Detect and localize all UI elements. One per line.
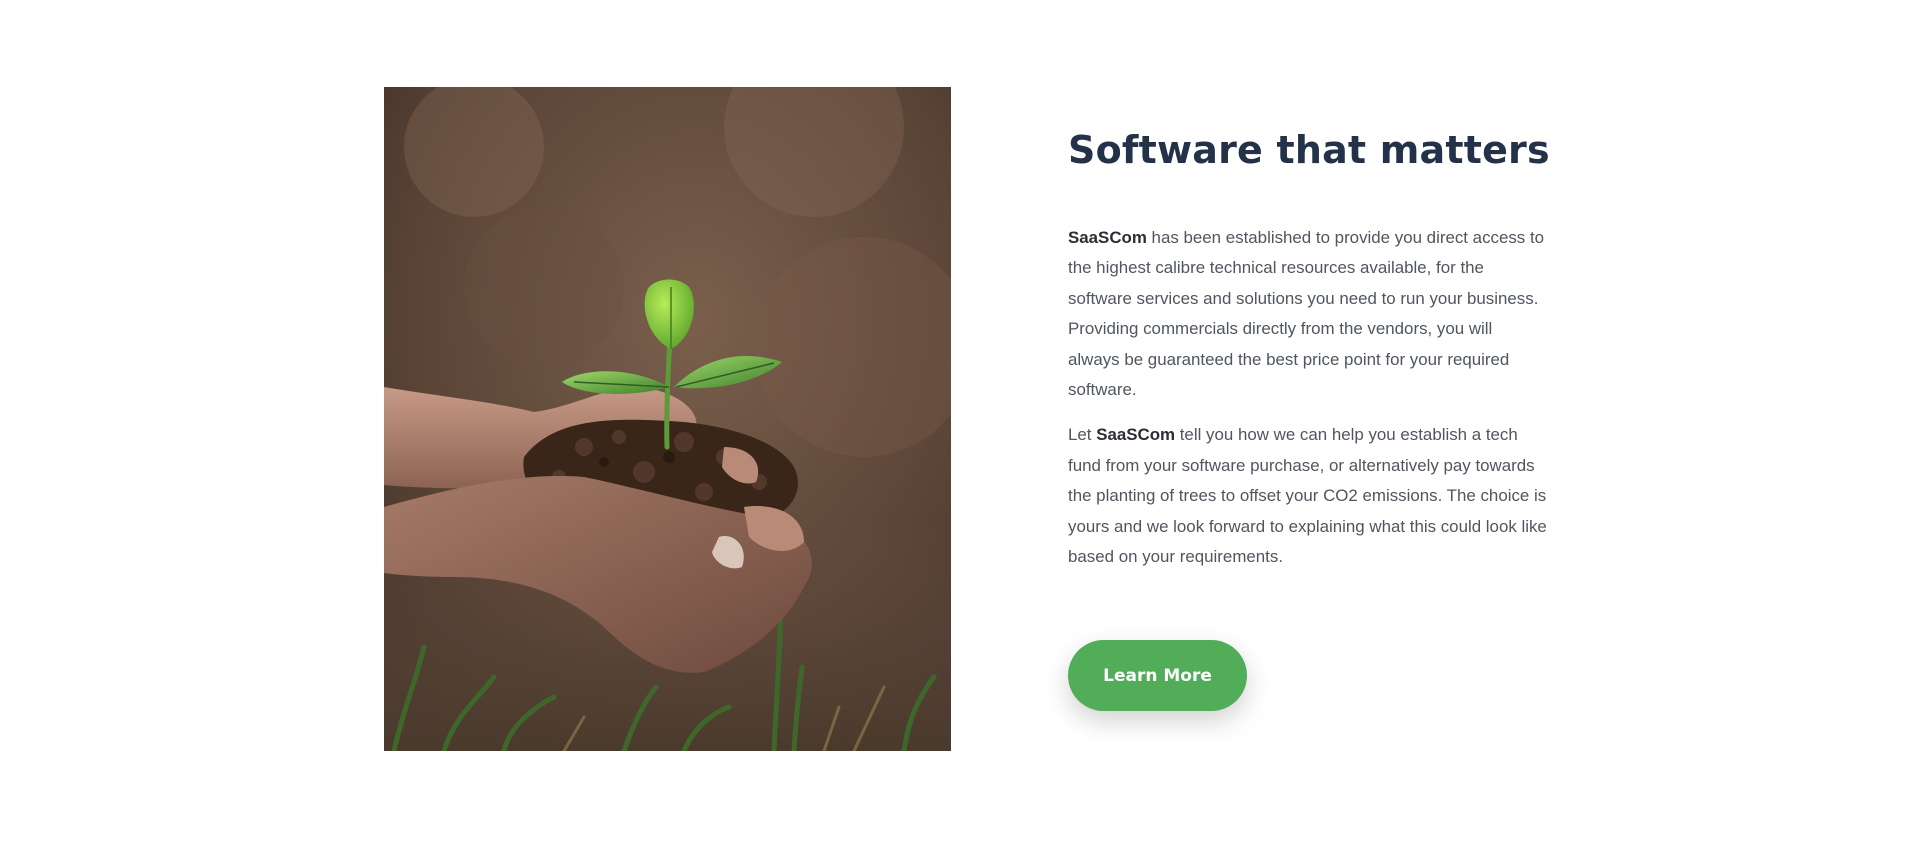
learn-more-button[interactable]: Learn More: [1068, 640, 1247, 711]
intro-paragraph-text: has been established to provide you dire…: [1068, 228, 1545, 400]
section-heading: Software that matters: [1068, 128, 1550, 172]
offer-paragraph: Let SaaSCom tell you how we can help you…: [1068, 420, 1548, 572]
brand-name: SaaSCom: [1068, 228, 1147, 247]
about-section: Software that matters SaaSCom has been e…: [0, 0, 1906, 847]
intro-paragraph: SaaSCom has been established to provide …: [1068, 223, 1548, 405]
seedling-in-hands-image: [384, 87, 951, 751]
offer-paragraph-prefix: Let: [1068, 425, 1097, 445]
brand-name: SaaSCom: [1096, 425, 1176, 445]
offer-paragraph-text: tell you how we can help you establish a…: [1068, 425, 1547, 567]
about-content: Software that matters SaaSCom has been e…: [1068, 120, 1550, 572]
